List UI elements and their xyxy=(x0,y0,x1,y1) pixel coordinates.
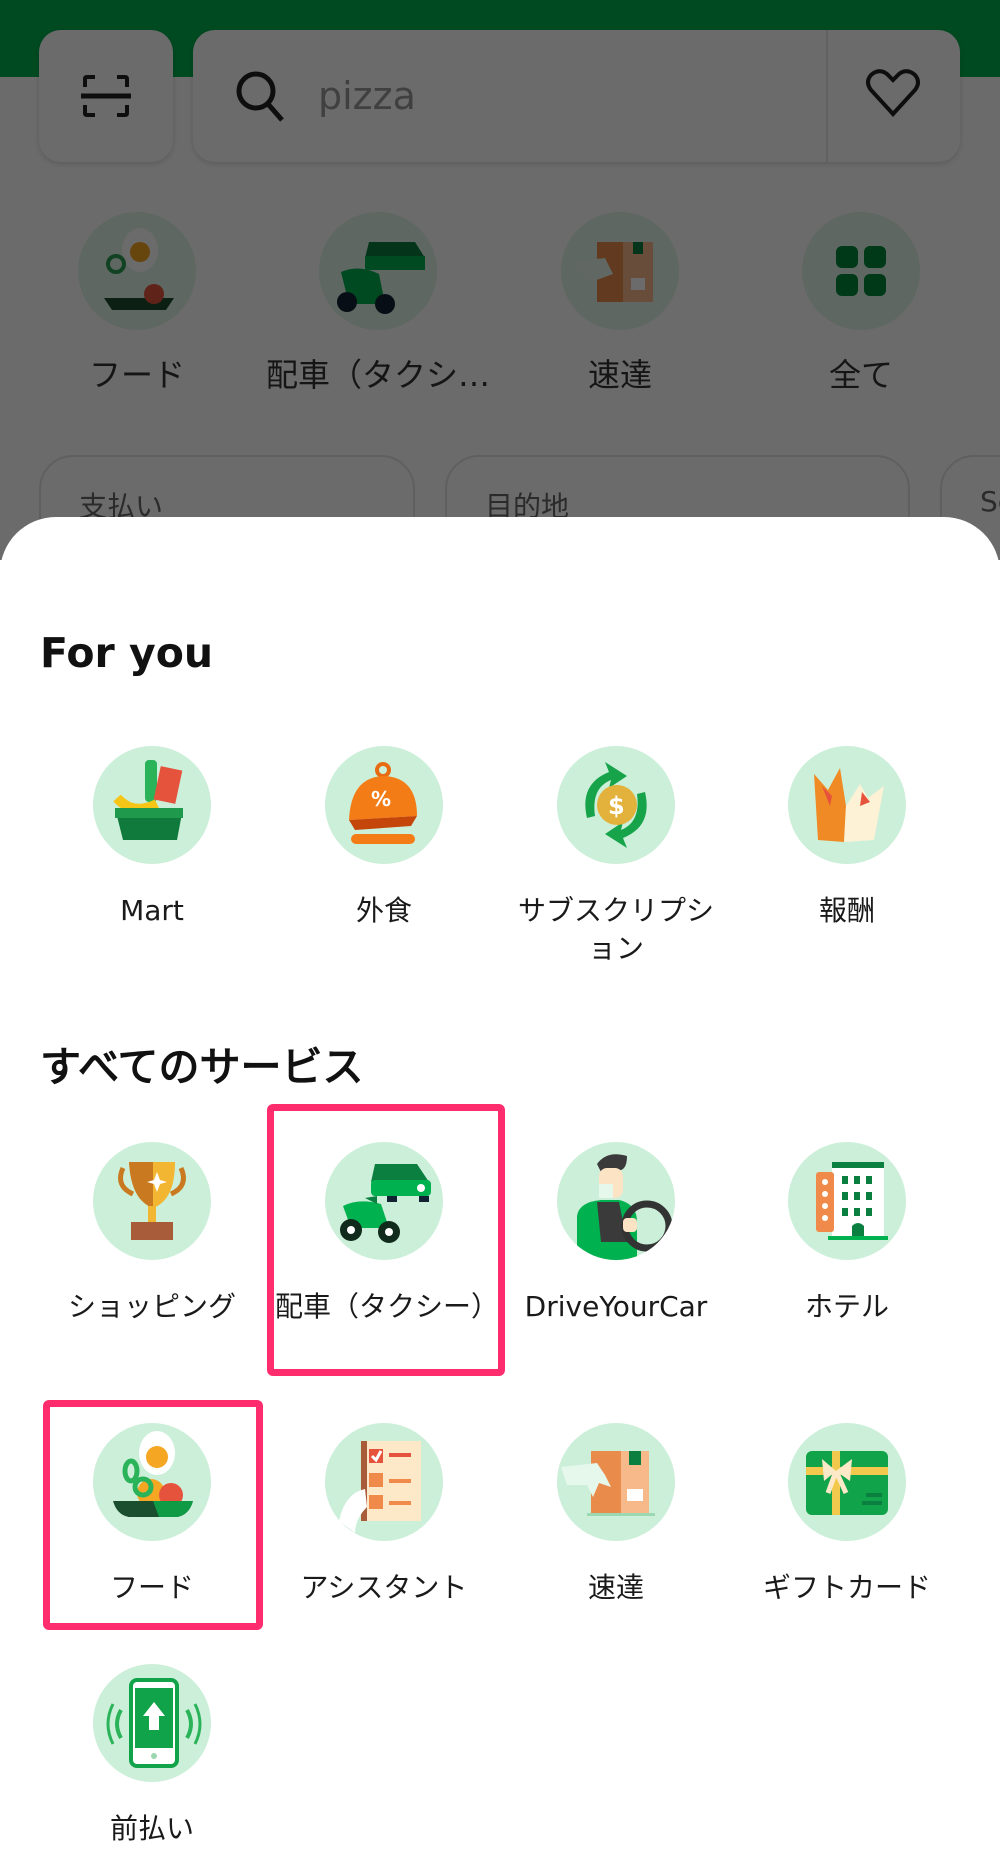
service-rewards[interactable]: 報酬 xyxy=(732,746,962,930)
service-prepaid[interactable]: 前払い xyxy=(37,1664,267,1848)
prepaid-phone-icon xyxy=(93,1664,211,1782)
service-label: ギフトカード xyxy=(762,1571,931,1604)
svg-text:$: $ xyxy=(608,792,625,820)
service-label: ホテル xyxy=(804,1290,889,1323)
service-label: サブスクリプション xyxy=(517,894,714,965)
service-label: ショッピング xyxy=(67,1290,236,1323)
service-hotel[interactable]: ホテル xyxy=(732,1142,962,1326)
trophy-icon xyxy=(93,1142,211,1260)
service-express[interactable]: 速達 xyxy=(501,1423,731,1607)
service-dine-out[interactable]: % 外食 xyxy=(269,746,499,930)
service-label: DriveYourCar xyxy=(524,1290,708,1323)
service-gift-card[interactable]: ギフトカード xyxy=(732,1423,962,1607)
driver-icon xyxy=(557,1142,675,1260)
gift-card-icon xyxy=(788,1423,906,1541)
service-label: 外食 xyxy=(355,894,412,927)
hotel-icon xyxy=(788,1142,906,1260)
service-label: 報酬 xyxy=(818,894,875,927)
dim-overlay[interactable] xyxy=(0,0,1000,560)
service-label: 前払い xyxy=(109,1812,194,1845)
svg-text:%: % xyxy=(371,787,391,811)
all-services-title: すべてのサービス xyxy=(40,1043,364,1091)
service-shopping[interactable]: ショッピング xyxy=(37,1142,267,1326)
service-mart[interactable]: Mart xyxy=(37,746,267,930)
express-icon xyxy=(557,1423,675,1541)
services-sheet: For you Mart % 外食 $ サブスクリプション 報酬 すべてのサービ… xyxy=(0,517,1000,1859)
highlight-box-food xyxy=(43,1400,263,1630)
service-assistant[interactable]: アシスタント xyxy=(269,1423,499,1607)
rewards-crown-icon xyxy=(788,746,906,864)
subscription-coin-icon: $ xyxy=(557,746,675,864)
service-label: Mart xyxy=(120,894,184,927)
for-you-title: For you xyxy=(40,629,214,677)
service-drive-your-car[interactable]: DriveYourCar xyxy=(501,1142,731,1326)
mart-basket-icon xyxy=(93,746,211,864)
service-label: アシスタント xyxy=(300,1571,468,1604)
service-label: 速達 xyxy=(587,1571,644,1604)
assistant-checklist-icon xyxy=(325,1423,443,1541)
dine-out-cloche-icon: % xyxy=(325,746,443,864)
highlight-box-ride xyxy=(267,1104,505,1376)
service-subscription[interactable]: $ サブスクリプション xyxy=(501,746,731,968)
